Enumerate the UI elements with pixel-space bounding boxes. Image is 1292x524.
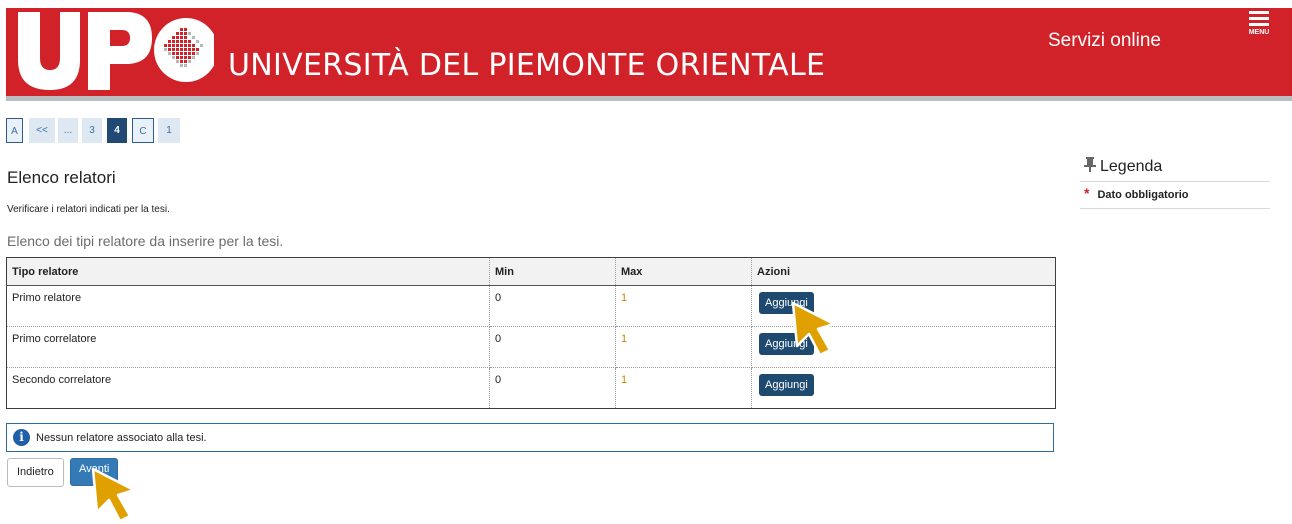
step-3[interactable]: 3 — [82, 118, 102, 143]
cell-tipo: Primo relatore — [6, 285, 490, 327]
step-ellipsis[interactable]: ... — [58, 118, 78, 143]
section-caption: Elenco dei tipi relatore da inserire per… — [7, 233, 284, 249]
column-header-min: Min — [489, 257, 616, 286]
column-header-max: Max — [615, 257, 752, 286]
services-label[interactable]: Servizi online — [1048, 30, 1161, 52]
legend-title: Legenda — [1100, 158, 1163, 175]
add-secondo-correlatore-button[interactable]: Aggiungi — [759, 374, 814, 396]
table-row: Primo relatore 0 1 Aggiungi — [6, 285, 1056, 327]
table-header-row: Tipo relatore Min Max Azioni — [6, 257, 1056, 286]
cell-min: 0 — [489, 326, 616, 368]
back-button[interactable]: Indietro — [7, 458, 64, 487]
required-star-icon: * — [1084, 185, 1090, 201]
step-a[interactable]: A — [6, 118, 23, 143]
page-title: Elenco relatori — [7, 168, 116, 187]
cell-azioni: Aggiungi — [752, 368, 1056, 409]
pin-icon — [1084, 157, 1096, 172]
cursor-pointer-icon — [91, 467, 136, 523]
hamburger-icon-bar — [1249, 17, 1269, 20]
step-c[interactable]: C — [132, 118, 154, 143]
hamburger-icon — [1249, 11, 1269, 14]
legend-header: Legenda — [1080, 155, 1270, 182]
legend-panel: Legenda * Dato obbligatorio — [1080, 155, 1270, 209]
legend-item-required: * Dato obbligatorio — [1080, 182, 1270, 209]
step-4-current[interactable]: 4 — [107, 118, 127, 143]
cursor-pointer-icon — [791, 301, 836, 357]
menu-button[interactable]: MENU — [1242, 8, 1276, 40]
column-header-azioni: Azioni — [751, 257, 1056, 286]
cell-tipo: Primo correlatore — [6, 326, 490, 368]
cell-max: 1 — [615, 367, 752, 409]
cell-min: 0 — [489, 367, 616, 409]
table-row: Secondo correlatore 0 1 Aggiungi — [6, 367, 1056, 409]
cell-tipo: Secondo correlatore — [6, 367, 490, 409]
column-header-tipo: Tipo relatore — [6, 257, 490, 286]
cell-max: 1 — [615, 326, 752, 368]
relatori-table: Tipo relatore Min Max Azioni Primo relat… — [6, 257, 1056, 409]
university-name: UNIVERSITÀ DEL PIEMONTE ORIENTALE — [228, 48, 826, 83]
info-icon: i — [13, 429, 30, 446]
menu-label: MENU — [1248, 29, 1270, 36]
site-header: UNIVERSITÀ DEL PIEMONTE ORIENTALE Serviz… — [6, 8, 1292, 101]
info-message: Nessun relatore associato alla tesi. — [36, 432, 207, 444]
cell-min: 0 — [489, 285, 616, 327]
legend-item-label: Dato obbligatorio — [1097, 189, 1189, 201]
step-1[interactable]: 1 — [158, 118, 180, 143]
cell-max: 1 — [615, 285, 752, 327]
hamburger-icon-bar — [1249, 23, 1269, 26]
table-row: Primo correlatore 0 1 Aggiungi — [6, 326, 1056, 368]
info-message-box: i Nessun relatore associato alla tesi. — [6, 423, 1054, 452]
page-subtitle: Verificare i relatori indicati per la te… — [7, 204, 170, 215]
upo-logo[interactable] — [14, 10, 214, 90]
step-first[interactable]: << — [29, 118, 55, 143]
